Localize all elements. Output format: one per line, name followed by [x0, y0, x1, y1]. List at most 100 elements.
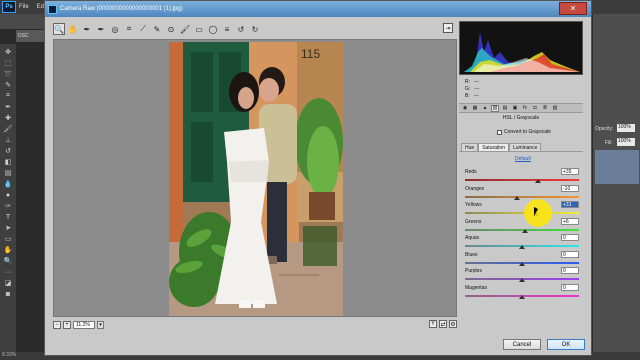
type-tool-icon[interactable]: T [3, 212, 13, 222]
panel-title: HSL / Grayscale [502, 115, 540, 121]
slider-aquas: Aquas 0 [465, 234, 579, 251]
gradient-tool-icon[interactable]: ▤ [3, 168, 13, 178]
slider-thumb[interactable] [519, 278, 525, 282]
eraser-tool-icon[interactable]: ◧ [3, 157, 13, 167]
path-select-tool-icon[interactable]: ➤ [3, 223, 13, 233]
camera-calibration-tab-icon[interactable]: ◘ [531, 105, 539, 112]
slider-value-input[interactable]: 0 [561, 267, 579, 274]
crop-icon[interactable]: ⌗ [123, 23, 135, 35]
slider-track[interactable] [465, 195, 579, 198]
zoom-in-button[interactable]: + [63, 321, 71, 329]
graduated-filter-icon[interactable]: ▭ [193, 23, 205, 35]
stamp-tool-icon[interactable]: ⊥ [3, 135, 13, 145]
convert-grayscale-checkbox[interactable] [497, 129, 502, 135]
fill-field[interactable]: 100% [617, 138, 635, 146]
menu-file[interactable]: File [19, 4, 29, 10]
slider-value-input[interactable]: +31 [561, 201, 579, 208]
color-swatches-icon[interactable]: ◪ [3, 278, 13, 288]
opacity-label: Opacity: [595, 126, 614, 132]
preview-settings-icon[interactable]: ⚙ [449, 320, 457, 328]
blur-tool-icon[interactable]: 💧 [3, 179, 13, 189]
pen-tool-icon[interactable]: ✑ [3, 201, 13, 211]
zoom-dropdown-icon[interactable]: ▾ [97, 321, 104, 329]
fullscreen-toggle-icon[interactable]: ⇥ [443, 23, 453, 33]
ps-toolbar: ✥ ⬚ ➰ ✎ ⌗ ✒ ✚ 🖌 ⊥ ↺ ◧ ▤ 💧 ● ✑ T ➤ ▭ ✋ 🔍 … [0, 44, 16, 354]
slider-value-input[interactable]: 0 [561, 250, 579, 258]
zoom-tool-icon[interactable]: 🔍 [3, 256, 13, 266]
crop-tool-icon[interactable]: ⌗ [3, 91, 13, 101]
lasso-tool-icon[interactable]: ➰ [3, 69, 13, 79]
straighten-icon[interactable]: ⟋ [137, 23, 149, 35]
rotate-ccw-icon[interactable]: ↺ [235, 23, 247, 35]
hsl-tab-icon[interactable]: ▥ [491, 104, 499, 112]
slider-thumb[interactable] [514, 195, 521, 200]
cursor-highlight [524, 199, 552, 227]
slider-label: Greens [465, 218, 482, 225]
slider-value-input[interactable]: +6 [561, 217, 579, 225]
more-tools-icon[interactable]: ··· [3, 267, 13, 277]
quick-select-tool-icon[interactable]: ✎ [3, 80, 13, 90]
layer-row[interactable] [595, 150, 639, 184]
effects-tab-icon[interactable]: fx [521, 105, 529, 112]
spot-removal-icon[interactable]: ✎ [151, 23, 163, 35]
slider-thumb[interactable] [522, 228, 529, 233]
b-label: B: [465, 93, 470, 99]
swap-before-after-icon[interactable]: ⇄ [439, 320, 447, 328]
slider-track[interactable] [465, 179, 579, 181]
close-button[interactable]: ✕ [559, 2, 587, 15]
lens-corrections-tab-icon[interactable]: ▣ [511, 105, 519, 112]
menu-edit[interactable]: Ed [37, 4, 44, 10]
default-link[interactable]: Default [515, 156, 531, 162]
preferences-icon[interactable]: ≡ [221, 23, 233, 35]
dodge-tool-icon[interactable]: ● [3, 190, 13, 200]
history-brush-tool-icon[interactable]: ↺ [3, 146, 13, 156]
presets-tab-icon[interactable]: ≣ [541, 105, 549, 112]
slider-reds: Reds +35 [465, 168, 579, 185]
convert-grayscale-option[interactable]: Convert to Grayscale [497, 129, 551, 135]
brush-tool-icon[interactable]: 🖌 [3, 124, 13, 134]
slider-label: Yellows [465, 202, 482, 208]
tone-curve-tab-icon[interactable]: ▦ [471, 105, 479, 112]
healing-tool-icon[interactable]: ✚ [3, 113, 13, 123]
slider-thumb[interactable] [519, 294, 525, 299]
slider-value-input[interactable]: -10 [561, 184, 579, 192]
opacity-field[interactable]: 100% [617, 124, 635, 132]
cancel-button[interactable]: Cancel [503, 339, 541, 350]
slider-purples: Purples 0 [465, 267, 579, 284]
slider-label: Reds [465, 169, 477, 175]
slider-value-input[interactable]: 0 [561, 283, 579, 291]
preview-toggle-icon[interactable]: Y [429, 320, 437, 328]
slider-value-input[interactable]: +35 [561, 168, 579, 175]
quick-mask-icon[interactable]: ◙ [3, 289, 13, 299]
targeted-adjustment-icon[interactable]: ◎ [109, 23, 121, 35]
snapshots-tab-icon[interactable]: ▨ [551, 105, 559, 112]
slider-value-input[interactable]: 0 [561, 234, 579, 241]
zoom-icon[interactable]: 🔍 [53, 23, 65, 35]
slider-track[interactable] [465, 212, 579, 214]
eyedropper-tool-icon[interactable]: ✒ [3, 102, 13, 112]
white-balance-icon[interactable]: ✒ [81, 23, 93, 35]
basic-tab-icon[interactable]: ◉ [461, 105, 469, 112]
slider-thumb[interactable] [519, 261, 525, 266]
split-toning-tab-icon[interactable]: ▤ [501, 105, 509, 112]
move-tool-icon[interactable]: ✥ [3, 47, 13, 57]
slider-thumb[interactable] [534, 179, 541, 183]
red-eye-icon[interactable]: ⊙ [165, 23, 177, 35]
detail-tab-icon[interactable]: ▲ [481, 105, 489, 112]
rotate-cw-icon[interactable]: ↻ [249, 23, 261, 35]
hand-icon[interactable]: ✋ [67, 23, 79, 35]
slider-thumb[interactable] [519, 245, 525, 249]
marquee-tool-icon[interactable]: ⬚ [3, 58, 13, 68]
photo-preview: 115 [169, 42, 343, 316]
image-preview-area[interactable]: 115 [53, 39, 457, 317]
hand-tool-icon[interactable]: ✋ [3, 245, 13, 255]
zoom-out-button[interactable]: − [53, 321, 61, 329]
color-sampler-icon[interactable]: ✒ [95, 23, 107, 35]
couple-photo-illustration: 115 [169, 42, 343, 316]
zoom-level[interactable]: 11.2% [73, 321, 95, 329]
ok-button[interactable]: OK [547, 339, 585, 350]
shape-tool-icon[interactable]: ▭ [3, 234, 13, 244]
adjustment-brush-icon[interactable]: 🖌 [179, 23, 191, 35]
radial-filter-icon[interactable]: ◯ [207, 23, 219, 35]
preview-view-controls: Y ⇄ ⚙ [429, 320, 457, 328]
